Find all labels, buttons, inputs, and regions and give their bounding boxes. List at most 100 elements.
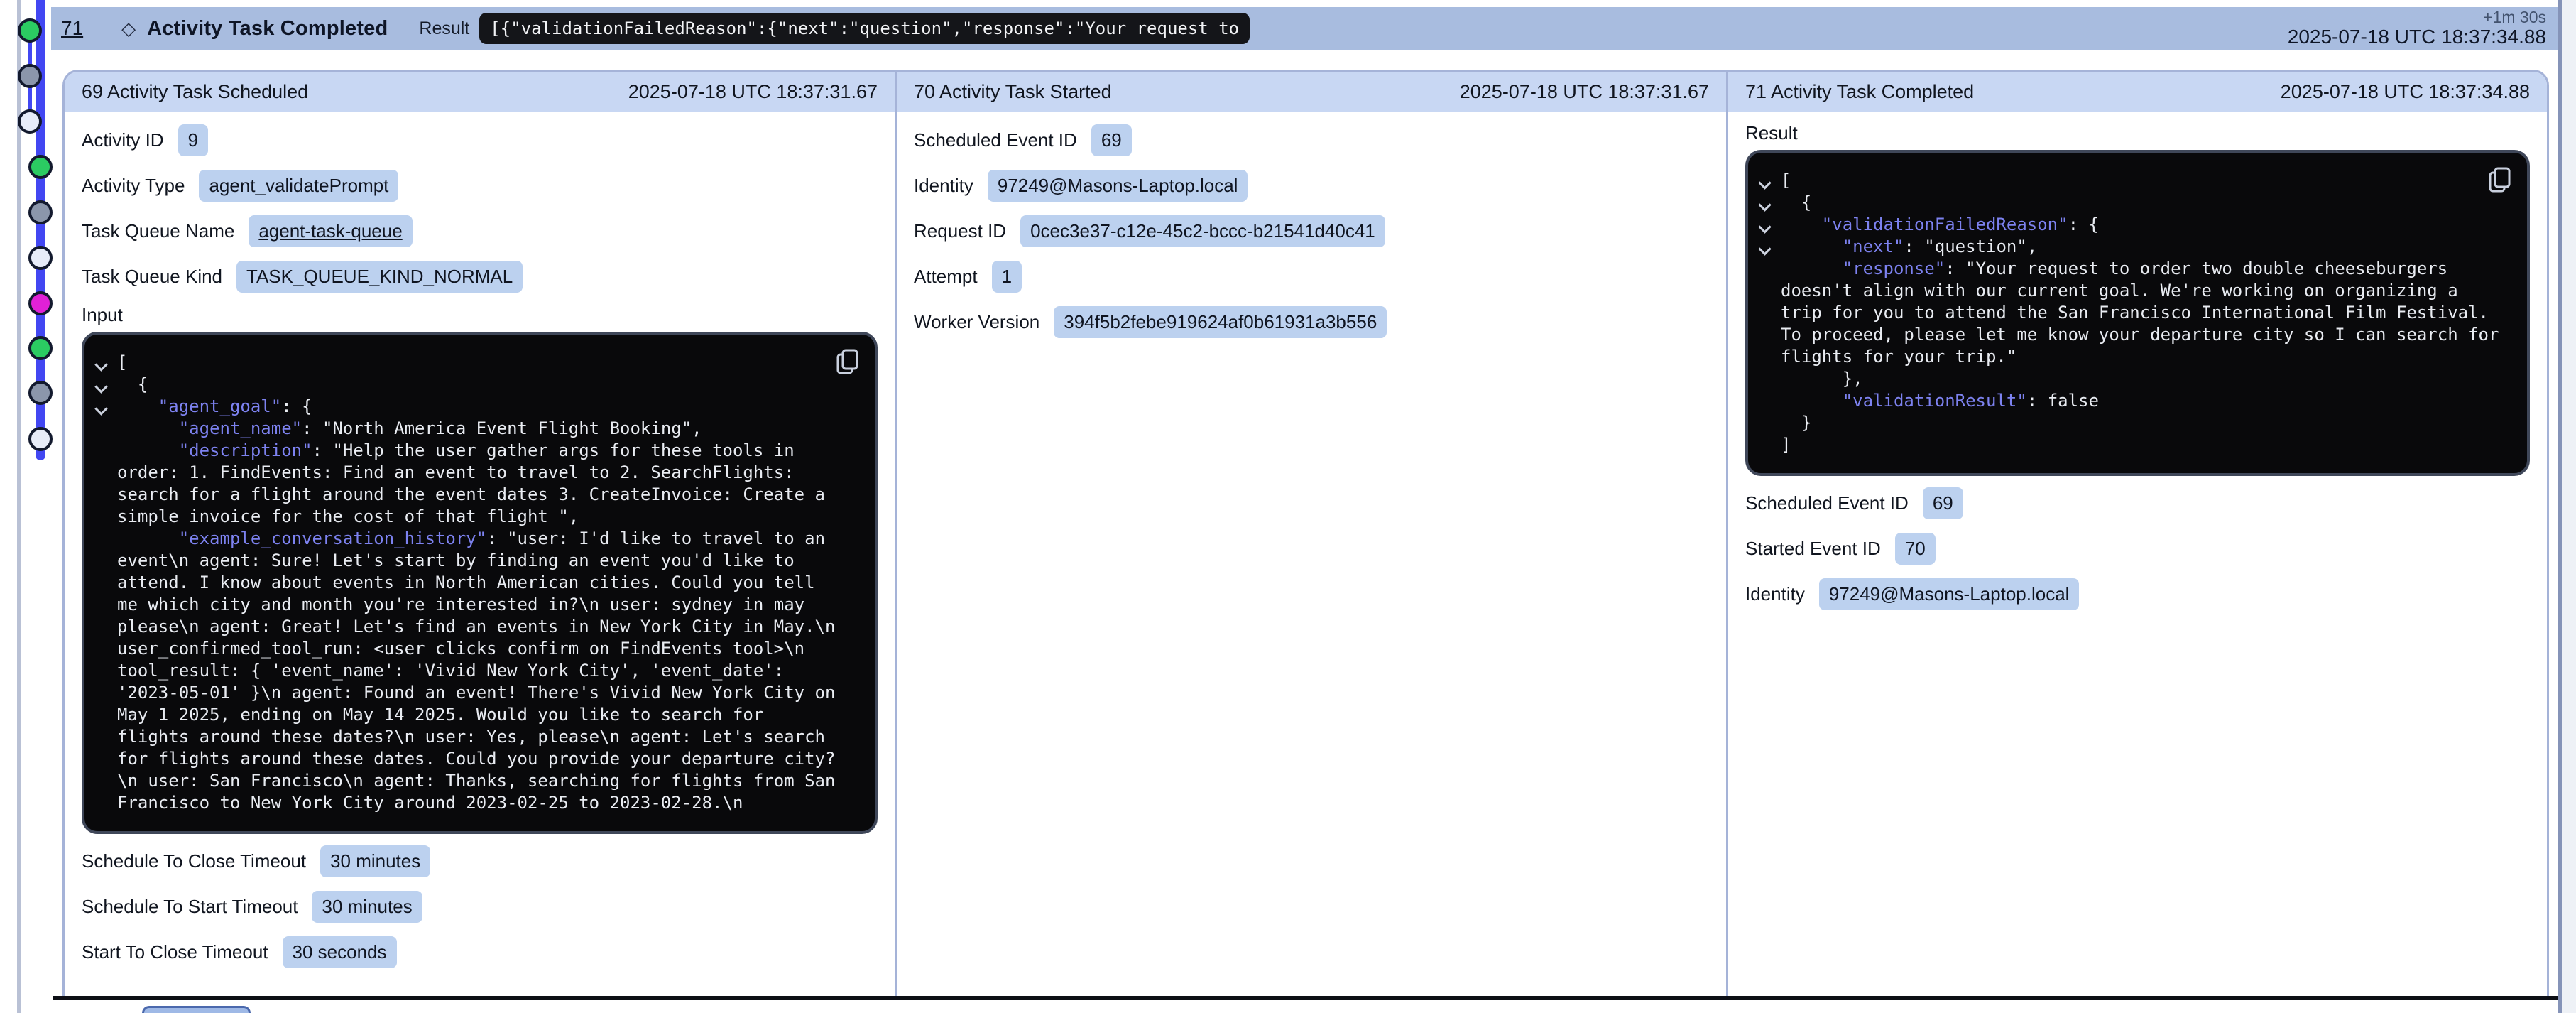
field-row: Worker Version 394f5b2febe919624af0b6193… bbox=[914, 299, 1709, 345]
field-value-chip: TASK_QUEUE_KIND_NORMAL bbox=[236, 261, 523, 293]
collapse-chevron-icon[interactable] bbox=[1759, 200, 1770, 211]
panel-body: Scheduled Event ID 69 Identity 97249@Mas… bbox=[897, 112, 1726, 345]
timeline-dot-white[interactable] bbox=[28, 427, 53, 451]
field-value-chip: 69 bbox=[1923, 487, 1963, 519]
field-label: Scheduled Event ID bbox=[914, 129, 1077, 151]
collapse-chevron-icon[interactable] bbox=[96, 382, 107, 393]
panel-body: Result [ { "validationFailedReason": { "… bbox=[1728, 112, 2547, 617]
input-label: Input bbox=[82, 304, 123, 326]
field-value-chip: 30 minutes bbox=[312, 891, 422, 923]
field-row: Activity ID 9 bbox=[82, 117, 878, 163]
field-label: Worker Version bbox=[914, 311, 1039, 333]
field-label: Scheduled Event ID bbox=[1745, 492, 1909, 514]
field-value-chip: 394f5b2febe919624af0b61931a3b556 bbox=[1054, 306, 1387, 338]
diamond-icon: ◇ bbox=[121, 18, 136, 40]
panel-header: 70 Activity Task Started 2025-07-18 UTC … bbox=[897, 72, 1726, 112]
copy-icon[interactable] bbox=[2489, 167, 2511, 193]
panel-title: 71 Activity Task Completed bbox=[1745, 81, 1974, 103]
panel-activity-task-started: 70 Activity Task Started 2025-07-18 UTC … bbox=[895, 72, 1726, 997]
panel-activity-task-scheduled: 69 Activity Task Scheduled 2025-07-18 UT… bbox=[65, 72, 895, 997]
field-value-chip: 97249@Masons-Laptop.local bbox=[1819, 578, 2080, 610]
result-preview-pill: [{"validationFailedReason":{"next":"ques… bbox=[479, 13, 1250, 44]
event-history-page: 71 ◇ Activity Task Completed Result [{"v… bbox=[0, 0, 2576, 1013]
field-row: Identity 97249@Masons-Laptop.local bbox=[914, 163, 1709, 208]
result-label: Result bbox=[419, 18, 469, 39]
field-value-chip: 0cec3e37-c12e-45c2-bccc-b21541d40c41 bbox=[1020, 215, 1385, 247]
timeline-dot-green[interactable] bbox=[28, 336, 53, 360]
field-row: Task Queue Kind TASK_QUEUE_KIND_NORMAL bbox=[82, 254, 878, 299]
section-bottom-divider bbox=[53, 996, 2560, 1000]
field-row: Scheduled Event ID 69 bbox=[1745, 480, 2530, 526]
timeline-graph bbox=[0, 0, 62, 1013]
timeline-dot-magenta[interactable] bbox=[28, 291, 53, 315]
field-row: Task Queue Name agent-task-queue bbox=[82, 208, 878, 254]
field-label: Request ID bbox=[914, 220, 1006, 242]
field-row: Schedule To Close Timeout 30 minutes bbox=[82, 838, 878, 884]
field-label: Attempt bbox=[914, 266, 978, 288]
field-value-chip: 1 bbox=[992, 261, 1022, 293]
field-row: Identity 97249@Masons-Laptop.local bbox=[1745, 571, 2530, 617]
field-row: Start To Close Timeout 30 seconds bbox=[82, 929, 878, 975]
next-event-row-partial[interactable] bbox=[142, 1006, 251, 1013]
field-label: Schedule To Start Timeout bbox=[82, 896, 298, 918]
field-row: Activity Type agent_validatePrompt bbox=[82, 163, 878, 208]
event-duration: +1m 30s bbox=[2483, 9, 2546, 26]
field-label: Identity bbox=[1745, 583, 1805, 605]
panel-timestamp: 2025-07-18 UTC 18:37:31.67 bbox=[628, 81, 878, 103]
event-title: Activity Task Completed bbox=[147, 17, 388, 40]
event-row-71[interactable]: 71 ◇ Activity Task Completed Result [{"v… bbox=[51, 7, 2558, 50]
panel-title: 69 Activity Task Scheduled bbox=[82, 81, 308, 103]
field-label: Schedule To Close Timeout bbox=[82, 850, 306, 872]
input-json-viewer[interactable]: [ { "agent_goal": { "agent_name": "North… bbox=[82, 332, 878, 834]
field-row: Scheduled Event ID 69 bbox=[914, 117, 1709, 163]
collapse-chevron-icon[interactable] bbox=[96, 360, 107, 371]
page-right-gutter bbox=[2562, 0, 2576, 1013]
timeline-dot-gray[interactable] bbox=[28, 200, 53, 224]
timeline-dot-white[interactable] bbox=[18, 109, 42, 134]
event-detail-group: 69 Activity Task Scheduled 2025-07-18 UT… bbox=[62, 70, 2549, 997]
result-json-text: [ { "validationFailedReason": { "next": … bbox=[1781, 170, 2507, 456]
field-value-chip: 69 bbox=[1091, 124, 1132, 156]
result-json-viewer[interactable]: [ { "validationFailedReason": { "next": … bbox=[1745, 150, 2530, 476]
field-label: Task Queue Name bbox=[82, 220, 234, 242]
result-label: Result bbox=[1745, 122, 1798, 144]
field-label: Activity Type bbox=[82, 175, 185, 197]
field-label: Started Event ID bbox=[1745, 538, 1881, 560]
field-value-chip: 9 bbox=[178, 124, 208, 156]
copy-icon[interactable] bbox=[836, 349, 859, 374]
field-value-chip: agent_validatePrompt bbox=[199, 170, 398, 202]
timeline-dot-gray[interactable] bbox=[28, 381, 53, 405]
task-queue-link[interactable]: agent-task-queue bbox=[249, 215, 412, 247]
field-label: Start To Close Timeout bbox=[82, 941, 268, 963]
field-row: Request ID 0cec3e37-c12e-45c2-bccc-b2154… bbox=[914, 208, 1709, 254]
event-id-link[interactable]: 71 bbox=[61, 17, 83, 40]
timeline-dot-green[interactable] bbox=[28, 155, 53, 179]
collapse-chevron-icon[interactable] bbox=[96, 404, 107, 415]
timeline-dot-green[interactable] bbox=[18, 18, 42, 43]
panel-body: Activity ID 9 Activity Type agent_valida… bbox=[65, 112, 895, 975]
field-value-chip: 30 seconds bbox=[283, 936, 397, 968]
field-label: Activity ID bbox=[82, 129, 164, 151]
input-json-text: [ { "agent_goal": { "agent_name": "North… bbox=[117, 352, 855, 814]
event-time-group: +1m 30s 2025-07-18 UTC 18:37:34.88 bbox=[2288, 9, 2546, 48]
field-row: Schedule To Start Timeout 30 minutes bbox=[82, 884, 878, 929]
field-value-chip: 30 minutes bbox=[320, 845, 430, 877]
timeline-dot-gray[interactable] bbox=[18, 64, 42, 88]
panel-activity-task-completed: 71 Activity Task Completed 2025-07-18 UT… bbox=[1726, 72, 2547, 997]
field-value-chip: 97249@Masons-Laptop.local bbox=[988, 170, 1248, 202]
collapse-chevron-icon[interactable] bbox=[1759, 222, 1770, 233]
field-row: Started Event ID 70 bbox=[1745, 526, 2530, 571]
collapse-chevron-icon[interactable] bbox=[1759, 178, 1770, 189]
panel-timestamp: 2025-07-18 UTC 18:37:31.67 bbox=[1460, 81, 1709, 103]
field-row: Attempt 1 bbox=[914, 254, 1709, 299]
result-label-row: Result bbox=[1745, 117, 2530, 148]
event-timestamp: 2025-07-18 UTC 18:37:34.88 bbox=[2288, 26, 2546, 48]
timeline-dot-white[interactable] bbox=[28, 246, 53, 270]
panel-title: 70 Activity Task Started bbox=[914, 81, 1112, 103]
timeline-lane bbox=[17, 0, 21, 1013]
input-label-row: Input bbox=[82, 299, 878, 330]
panel-timestamp: 2025-07-18 UTC 18:37:34.88 bbox=[2281, 81, 2530, 103]
field-value-chip: 70 bbox=[1895, 533, 1936, 565]
panel-header: 69 Activity Task Scheduled 2025-07-18 UT… bbox=[65, 72, 895, 112]
collapse-chevron-icon[interactable] bbox=[1759, 244, 1770, 255]
